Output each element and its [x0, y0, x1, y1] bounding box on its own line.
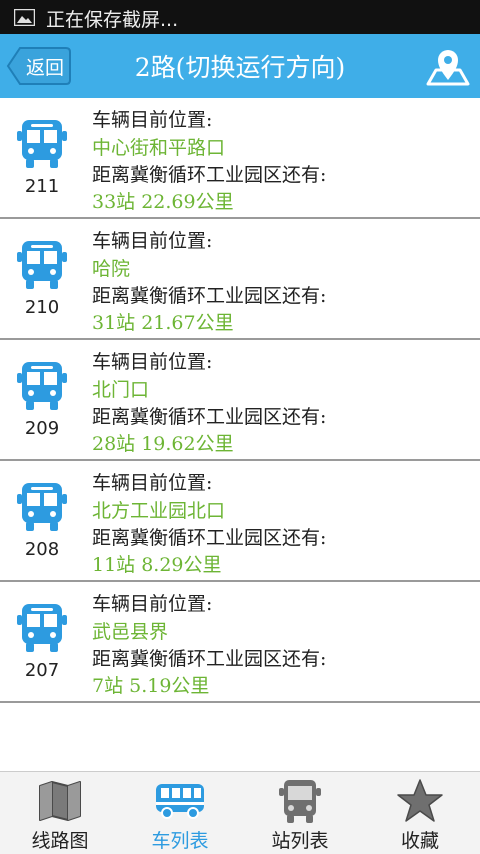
status-bar: 正在保存截屏...	[0, 0, 480, 34]
distance-value: 7站 5.19公里	[92, 675, 210, 697]
bus-number: 208	[24, 539, 60, 560]
bus-list: 211 车辆目前位置: 中心街和平路口 距离冀衡循环工业园区还有: 33站 22…	[0, 98, 480, 703]
distance-value: 31站 21.67公里	[92, 312, 234, 334]
star-icon	[397, 779, 443, 822]
bus-list-item[interactable]: 211 车辆目前位置: 中心街和平路口 距离冀衡循环工业园区还有: 33站 22…	[0, 98, 480, 219]
bus-icon	[17, 241, 67, 289]
bus-number: 210	[24, 297, 60, 318]
tab-bus-list[interactable]: 车列表	[120, 772, 240, 854]
map-pin-icon[interactable]	[424, 44, 472, 88]
tab-station-list[interactable]: 站列表	[240, 772, 360, 854]
position-label: 车辆目前位置:	[92, 593, 213, 615]
current-location: 武邑县界	[92, 621, 169, 643]
tab-route-map[interactable]: 线路图	[0, 772, 120, 854]
bus-list-item[interactable]: 210 车辆目前位置: 哈院 距离冀衡循环工业园区还有: 31站 21.67公里	[0, 219, 480, 340]
current-location: 北方工业园北口	[92, 500, 226, 522]
tab-label: 线路图	[31, 830, 89, 852]
distance-value: 33站 22.69公里	[92, 191, 234, 213]
tab-label: 收藏	[400, 830, 439, 852]
current-location: 中心街和平路口	[92, 137, 226, 159]
page-title[interactable]: 2路(切换运行方向)	[0, 48, 480, 84]
header-bar: 返回 2路(切换运行方向)	[0, 34, 480, 98]
tab-favorites[interactable]: 收藏	[360, 772, 480, 854]
bus-number: 207	[24, 660, 60, 681]
distance-label: 距离冀衡循环工业园区还有:	[92, 406, 327, 428]
bottom-nav: 线路图 车列表 站列表 收藏	[0, 771, 480, 854]
distance-label: 距离冀衡循环工业园区还有:	[92, 527, 327, 549]
bus-list-item[interactable]: 208 车辆目前位置: 北方工业园北口 距离冀衡循环工业园区还有: 11站 8.…	[0, 461, 480, 582]
bus-icon	[17, 362, 67, 410]
distance-label: 距离冀衡循环工业园区还有:	[92, 285, 327, 307]
bus-front-icon	[279, 780, 321, 823]
bus-icon	[17, 120, 67, 168]
distance-value: 28站 19.62公里	[92, 433, 234, 455]
current-location: 哈院	[92, 258, 131, 280]
distance-label: 距离冀衡循环工业园区还有:	[92, 164, 327, 186]
distance-label: 距离冀衡循环工业园区还有:	[92, 648, 327, 670]
tab-label: 车列表	[151, 830, 209, 852]
bus-list-item[interactable]: 207 车辆目前位置: 武邑县界 距离冀衡循环工业园区还有: 7站 5.19公里	[0, 582, 480, 703]
position-label: 车辆目前位置:	[92, 230, 213, 252]
distance-value: 11站 8.29公里	[92, 554, 222, 576]
position-label: 车辆目前位置:	[92, 351, 213, 373]
bus-icon	[17, 604, 67, 652]
current-location: 北门口	[92, 379, 150, 401]
bus-list-item[interactable]: 209 车辆目前位置: 北门口 距离冀衡循环工业园区还有: 28站 19.62公…	[0, 340, 480, 461]
bus-icon	[17, 483, 67, 531]
position-label: 车辆目前位置:	[92, 472, 213, 494]
bus-side-icon	[156, 784, 204, 819]
bus-number: 209	[24, 418, 60, 439]
bus-number: 211	[24, 176, 60, 197]
image-icon	[14, 9, 35, 26]
tab-label: 站列表	[271, 830, 329, 852]
position-label: 车辆目前位置:	[92, 109, 213, 131]
status-text: 正在保存截屏...	[46, 9, 179, 31]
map-icon	[39, 781, 81, 821]
